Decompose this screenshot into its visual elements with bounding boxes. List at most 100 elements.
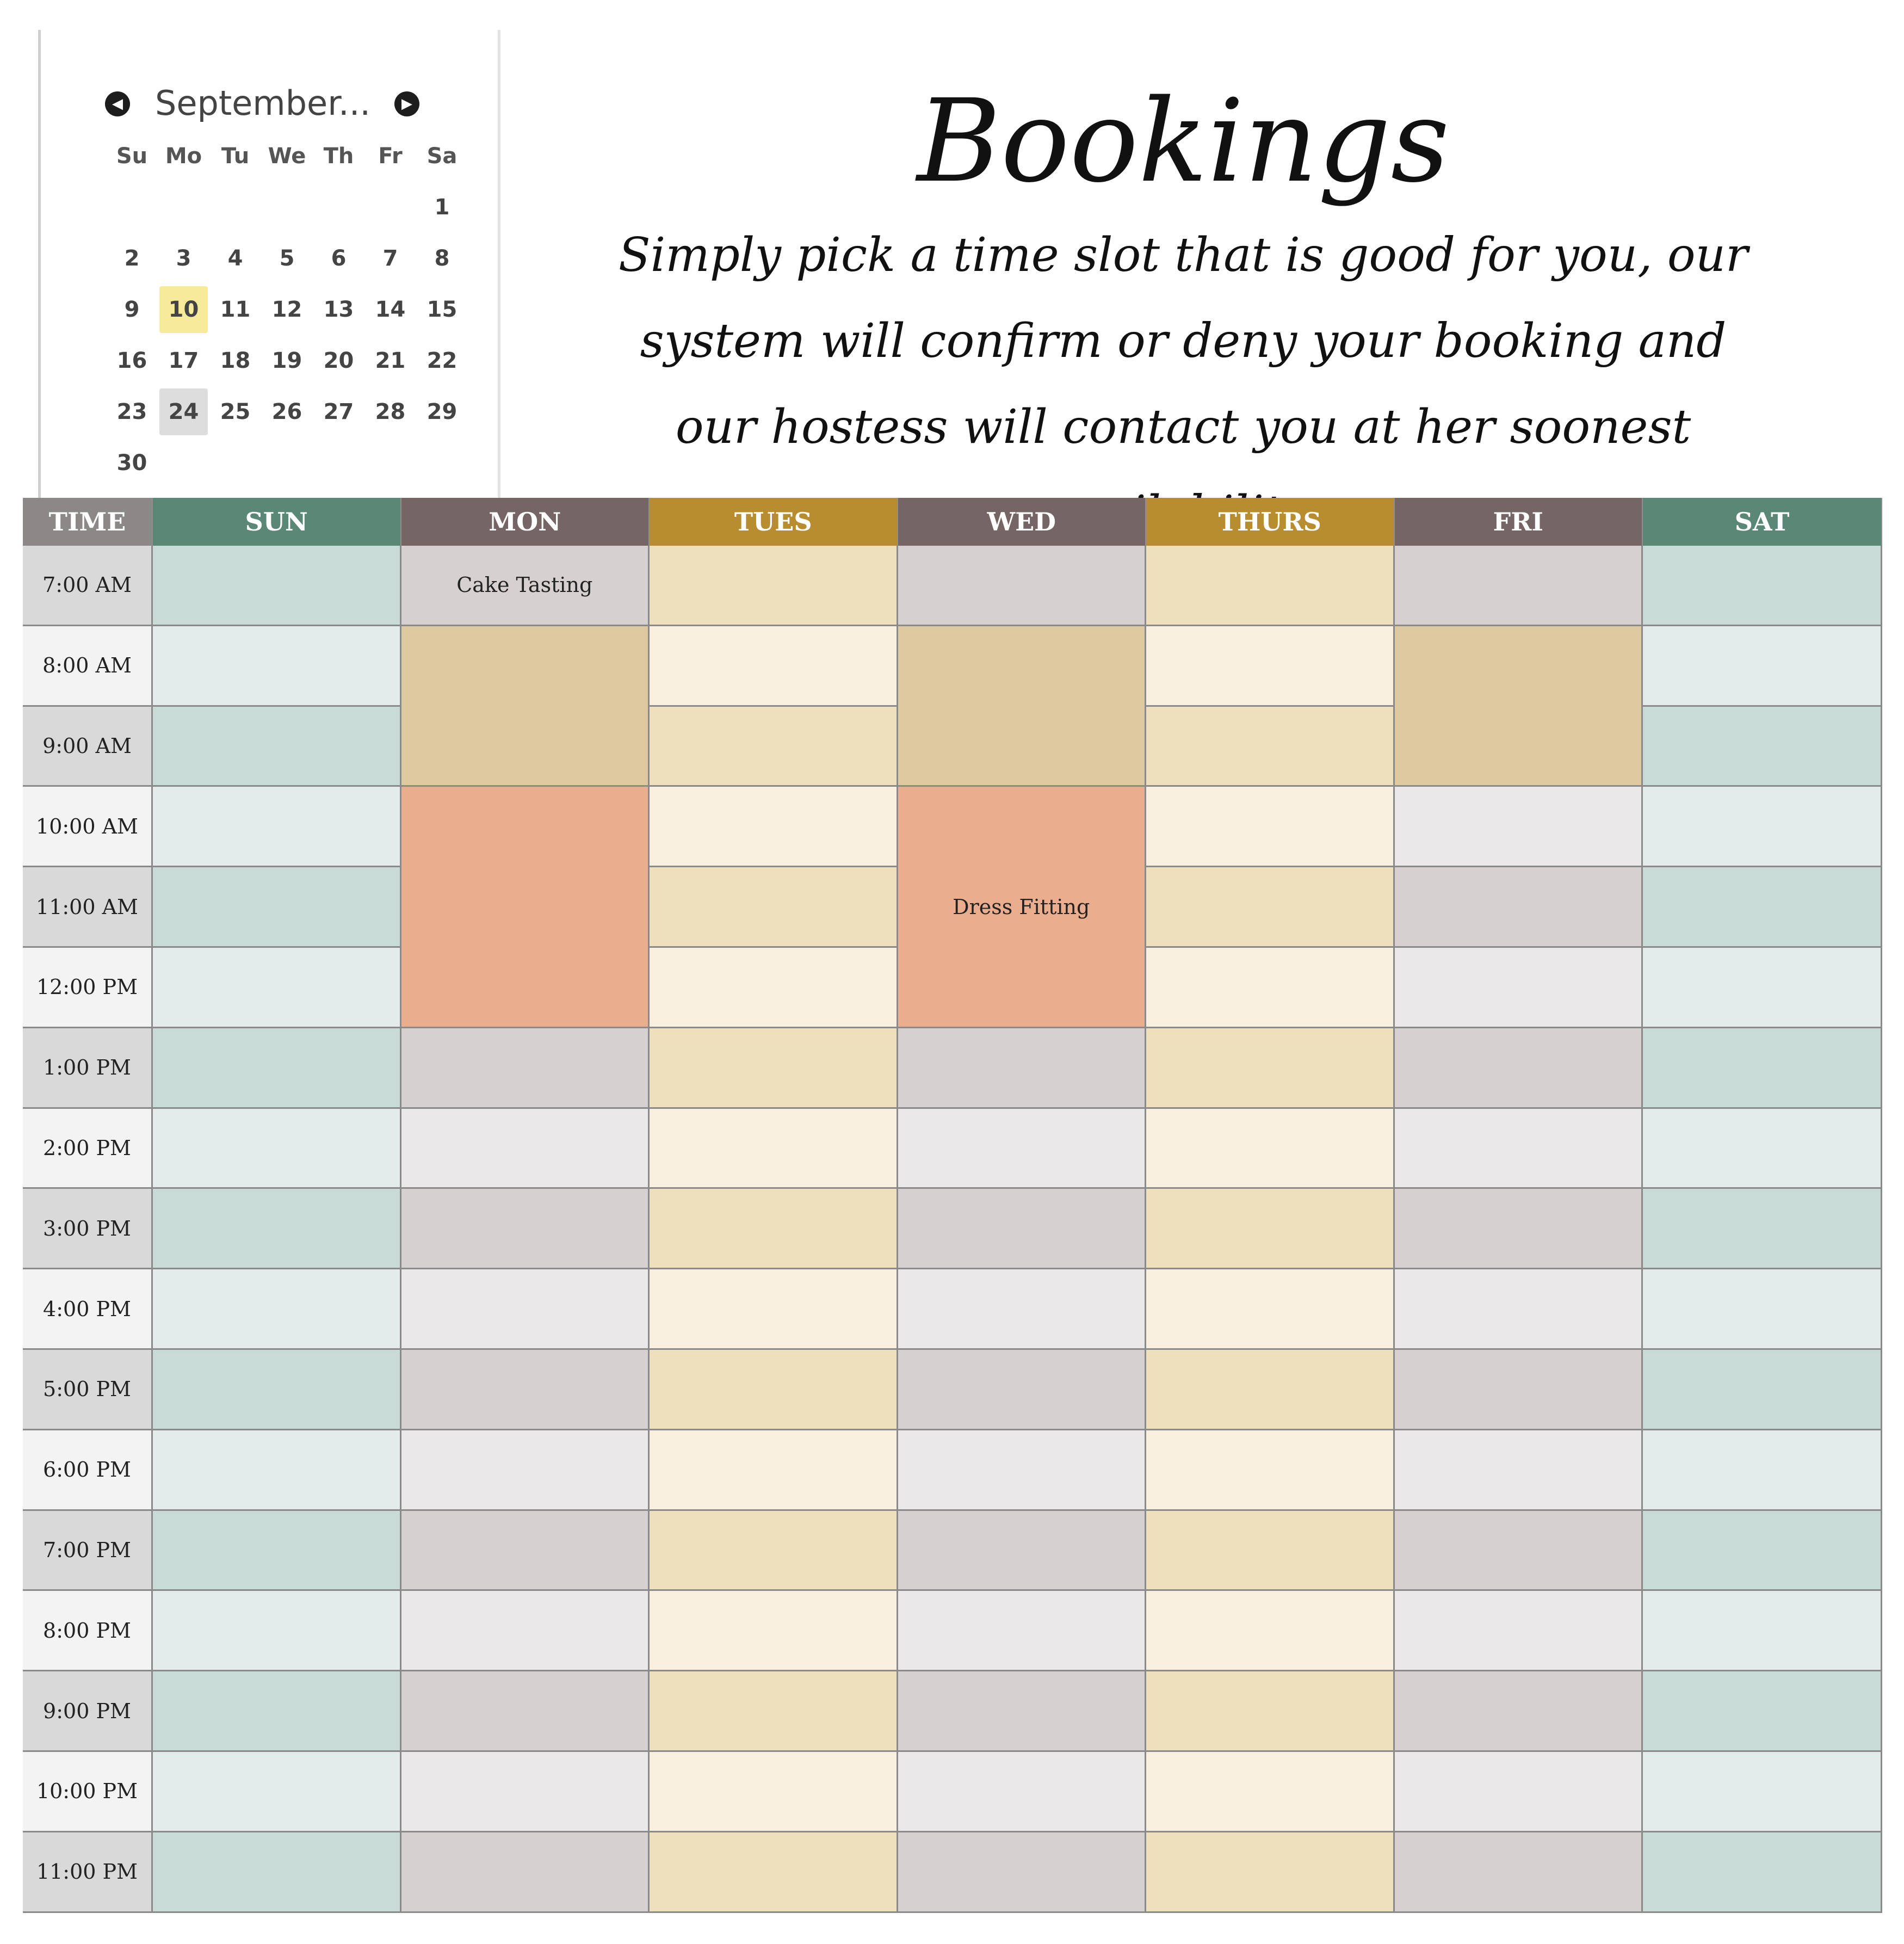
calendar-day[interactable]: 11 [211, 286, 259, 333]
time-slot[interactable] [1643, 1832, 1882, 1913]
time-slot[interactable] [1394, 787, 1643, 868]
calendar-day[interactable]: 24 [159, 388, 208, 435]
time-slot[interactable] [1394, 1510, 1643, 1591]
time-slot[interactable] [1643, 626, 1882, 707]
time-slot[interactable] [401, 1269, 650, 1350]
time-slot[interactable] [650, 867, 898, 948]
time-slot[interactable] [153, 1510, 401, 1591]
calendar-day[interactable]: 23 [108, 388, 156, 435]
calendar-day[interactable]: 22 [418, 337, 466, 384]
time-slot[interactable] [1643, 1189, 1882, 1270]
time-slot[interactable] [1643, 1671, 1882, 1752]
time-slot[interactable] [401, 1832, 650, 1913]
calendar-day[interactable]: 15 [418, 286, 466, 333]
time-slot[interactable] [1146, 706, 1395, 787]
time-slot[interactable] [898, 1752, 1146, 1832]
time-slot[interactable] [1146, 867, 1395, 948]
time-slot[interactable] [401, 1028, 650, 1109]
time-slot[interactable] [1394, 546, 1643, 626]
time-slot[interactable] [898, 1430, 1146, 1511]
time-slot[interactable] [650, 1832, 898, 1913]
time-slot[interactable] [650, 787, 898, 868]
time-slot[interactable] [650, 706, 898, 787]
time-slot[interactable] [1643, 1752, 1882, 1832]
time-slot[interactable] [1146, 626, 1395, 707]
time-slot[interactable] [898, 1269, 1146, 1350]
time-slot[interactable] [898, 1028, 1146, 1109]
time-slot[interactable] [1146, 1591, 1395, 1672]
time-slot[interactable] [1643, 867, 1882, 948]
time-slot[interactable] [153, 867, 401, 948]
chevron-left-circle-icon[interactable]: ◀ [105, 91, 130, 116]
time-slot[interactable] [650, 626, 898, 707]
time-slot[interactable] [650, 546, 898, 626]
time-slot[interactable] [153, 1752, 401, 1832]
time-slot[interactable] [1394, 1752, 1643, 1832]
time-slot[interactable] [898, 546, 1146, 626]
time-slot[interactable] [153, 1350, 401, 1430]
time-slot[interactable] [650, 1028, 898, 1109]
time-slot[interactable] [153, 1028, 401, 1109]
time-slot[interactable] [1146, 1269, 1395, 1350]
time-slot[interactable] [898, 1189, 1146, 1270]
time-slot[interactable] [1394, 1671, 1643, 1752]
time-slot[interactable] [650, 948, 898, 1028]
time-slot[interactable] [1394, 1028, 1643, 1109]
time-slot[interactable] [650, 1752, 898, 1832]
time-slot[interactable] [1643, 1108, 1882, 1189]
booking-block[interactable]: Dress Fitting [898, 787, 1146, 1028]
time-slot[interactable] [1643, 546, 1882, 626]
calendar-day[interactable]: 2 [108, 235, 156, 282]
time-slot[interactable] [1146, 1108, 1395, 1189]
time-slot[interactable] [650, 1671, 898, 1752]
calendar-day[interactable]: 3 [159, 235, 208, 282]
calendar-day[interactable]: 29 [418, 388, 466, 435]
time-slot[interactable] [1643, 706, 1882, 787]
time-slot[interactable] [898, 1832, 1146, 1913]
calendar-day[interactable]: 12 [263, 286, 311, 333]
calendar-day[interactable]: 21 [366, 337, 415, 384]
time-slot[interactable] [1394, 1430, 1643, 1511]
time-slot[interactable] [1643, 1591, 1882, 1672]
time-slot[interactable] [1146, 787, 1395, 868]
calendar-day[interactable]: 18 [211, 337, 259, 384]
calendar-day[interactable]: 28 [366, 388, 415, 435]
time-slot[interactable] [1394, 1269, 1643, 1350]
calendar-day[interactable]: 7 [366, 235, 415, 282]
time-slot[interactable] [1643, 1350, 1882, 1430]
time-slot[interactable] [1643, 1269, 1882, 1350]
calendar-day[interactable]: 5 [263, 235, 311, 282]
time-slot[interactable] [153, 546, 401, 626]
time-slot[interactable] [1643, 787, 1882, 868]
time-slot[interactable] [401, 1752, 650, 1832]
time-slot[interactable] [1394, 1832, 1643, 1913]
time-slot[interactable] [153, 1189, 401, 1270]
time-slot[interactable] [401, 1430, 650, 1511]
time-slot[interactable] [1146, 1832, 1395, 1913]
calendar-day[interactable]: 10 [159, 286, 208, 333]
calendar-day[interactable]: 4 [211, 235, 259, 282]
time-slot[interactable] [401, 1108, 650, 1189]
time-slot[interactable] [1394, 867, 1643, 948]
calendar-day[interactable]: 6 [314, 235, 363, 282]
time-slot[interactable] [401, 1591, 650, 1672]
time-slot[interactable] [650, 1350, 898, 1430]
calendar-day[interactable]: 16 [108, 337, 156, 384]
time-slot[interactable] [898, 1671, 1146, 1752]
time-slot[interactable] [153, 948, 401, 1028]
time-slot[interactable] [153, 1591, 401, 1672]
calendar-day[interactable]: 26 [263, 388, 311, 435]
time-slot[interactable] [650, 1430, 898, 1511]
time-slot[interactable] [1146, 948, 1395, 1028]
time-slot[interactable] [1146, 1752, 1395, 1832]
time-slot[interactable] [1643, 1430, 1882, 1511]
time-slot[interactable] [153, 626, 401, 707]
time-slot[interactable] [898, 1591, 1146, 1672]
calendar-day[interactable]: 13 [314, 286, 363, 333]
time-slot[interactable] [401, 1350, 650, 1430]
time-slot[interactable] [153, 787, 401, 868]
booking-block[interactable] [1394, 626, 1643, 787]
time-slot[interactable] [153, 1430, 401, 1511]
time-slot[interactable] [1146, 1028, 1395, 1109]
time-slot[interactable] [1394, 1350, 1643, 1430]
